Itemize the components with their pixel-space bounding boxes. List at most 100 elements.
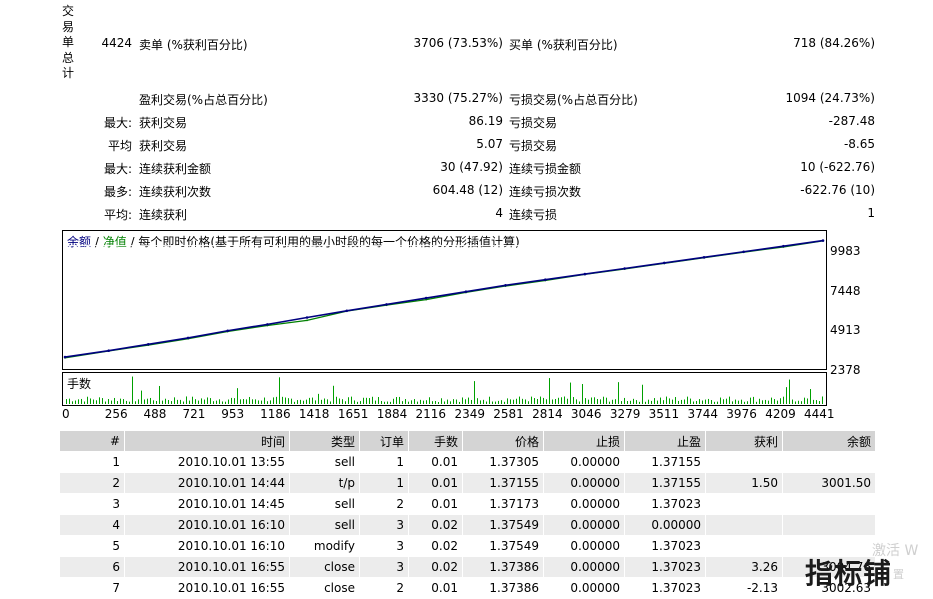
table-row[interactable]: 2 2010.10.01 14:44 t/p 1 0.01 1.37155 0.00000 1… xyxy=(60,473,876,494)
balance-point xyxy=(63,355,67,359)
volume-bar xyxy=(114,397,115,404)
col-header[interactable]: 价格 xyxy=(463,431,544,452)
volume-bar xyxy=(246,399,247,404)
volume-bar xyxy=(387,401,388,404)
volume-bar xyxy=(663,400,664,404)
volume-bar xyxy=(381,400,382,404)
table-cell: close xyxy=(290,578,360,599)
volume-bar xyxy=(393,398,394,404)
stat-right-value: 10 (-622.76) xyxy=(800,160,875,174)
volume-bar xyxy=(414,399,415,404)
stat-right-label: 连续亏损次数 xyxy=(509,185,582,199)
table-cell: sell xyxy=(290,494,360,515)
table-cell xyxy=(783,452,876,473)
volume-bar xyxy=(618,382,619,404)
volume-bar xyxy=(738,400,739,404)
table-row[interactable]: 6 2010.10.01 16:55 close 3 0.02 1.37386 0.0000… xyxy=(60,557,876,578)
volume-bar xyxy=(120,398,121,404)
volume-bar xyxy=(321,399,322,404)
table-cell: 1.37023 xyxy=(625,578,706,599)
volume-bar xyxy=(186,396,187,404)
table-cell: 2010.10.01 16:55 xyxy=(125,557,290,578)
volume-bar xyxy=(108,399,109,404)
col-header[interactable]: 止损 xyxy=(544,431,625,452)
table-row[interactable]: 3 2010.10.01 14:45 sell 2 0.01 1.37173 0.00000… xyxy=(60,494,876,515)
volume-bar xyxy=(816,400,817,404)
table-cell: 0.00000 xyxy=(544,515,625,536)
volume-panel: 手数 xyxy=(62,372,827,406)
volume-bar xyxy=(228,399,229,404)
table-cell: 1.50 xyxy=(706,473,783,494)
chart-plot xyxy=(63,239,826,368)
balance-point xyxy=(742,250,745,254)
volume-bar xyxy=(222,401,223,404)
stat-right-value: 1094 (24.73%) xyxy=(785,91,875,105)
table-cell: 7 xyxy=(60,578,125,599)
equity-line xyxy=(64,240,824,359)
col-header[interactable]: 订单 xyxy=(360,431,409,452)
x-tick-label: 1418 xyxy=(298,407,330,421)
volume-bar xyxy=(210,398,211,404)
volume-bar xyxy=(288,398,289,404)
volume-bar xyxy=(267,401,268,404)
volume-bar xyxy=(561,397,562,404)
table-cell: 0.00000 xyxy=(544,494,625,515)
table-cell: sell xyxy=(290,452,360,473)
table-cell: 3 xyxy=(60,494,125,515)
col-header[interactable]: 时间 xyxy=(125,431,290,452)
volume-bar xyxy=(276,396,277,404)
table-cell xyxy=(706,536,783,557)
volume-bar xyxy=(324,398,325,404)
y-tick-label: 2378 xyxy=(830,363,861,377)
volume-bar xyxy=(369,398,370,404)
volume-bar xyxy=(453,399,454,404)
volume-bar xyxy=(666,396,667,404)
balance-point xyxy=(821,239,825,242)
volume-bar xyxy=(696,401,697,404)
volume-bar xyxy=(714,401,715,404)
table-row[interactable]: 1 2010.10.01 13:55 sell 1 0.01 1.37305 0.00000… xyxy=(60,452,876,473)
volume-bar xyxy=(153,400,154,404)
table-cell: 0.00000 xyxy=(544,473,625,494)
volume-bar xyxy=(441,398,442,404)
stat-prefix: 最大: xyxy=(103,116,132,130)
col-header[interactable]: 止盈 xyxy=(625,431,706,452)
volume-bar xyxy=(702,400,703,404)
table-row[interactable]: 4 2010.10.01 16:10 sell 3 0.02 1.37549 0.00000… xyxy=(60,515,876,536)
volume-bar xyxy=(765,399,766,404)
col-header[interactable]: # xyxy=(60,431,125,452)
table-cell: 0.00000 xyxy=(544,536,625,557)
volume-bar xyxy=(498,400,499,404)
balance-point xyxy=(623,267,626,270)
col-header[interactable]: 余额 xyxy=(783,431,876,452)
volume-bar xyxy=(438,401,439,404)
col-header[interactable]: 手数 xyxy=(409,431,463,452)
volume-bar xyxy=(258,400,259,404)
trades-table: # 时间 类型 订单 手数 价格 止损 止盈 获利 余额 1 2010.10.01… xyxy=(60,431,876,599)
volume-bar xyxy=(564,396,565,404)
volume-bar xyxy=(252,399,253,404)
table-cell: 0.01 xyxy=(409,494,463,515)
table-row[interactable]: 5 2010.10.01 16:10 modify 3 0.02 1.37549 0.000… xyxy=(60,536,876,557)
balance-point xyxy=(662,261,666,265)
volume-bar xyxy=(93,399,94,404)
volume-bar xyxy=(351,396,352,404)
volume-bar xyxy=(285,397,286,404)
volume-bar xyxy=(174,397,175,404)
volume-bar xyxy=(606,397,607,404)
volume-bar xyxy=(537,399,538,404)
col-header[interactable]: 类型 xyxy=(290,431,360,452)
table-cell: 6 xyxy=(60,557,125,578)
stat-right-value: -8.65 xyxy=(843,137,875,151)
balance-point xyxy=(226,329,229,333)
volume-bar xyxy=(96,400,97,404)
stat-left-value: 3330 (75.27%) xyxy=(413,91,503,105)
table-cell: 1 xyxy=(360,452,409,473)
volume-bar xyxy=(465,399,466,404)
table-cell: 3.26 xyxy=(706,557,783,578)
volume-bar xyxy=(540,396,541,404)
table-row[interactable]: 7 2010.10.01 16:55 close 2 0.01 1.37386 0.0000… xyxy=(60,578,876,599)
volume-bar xyxy=(642,384,643,404)
x-tick-label: 4441 xyxy=(804,407,835,421)
col-header[interactable]: 获利 xyxy=(706,431,783,452)
